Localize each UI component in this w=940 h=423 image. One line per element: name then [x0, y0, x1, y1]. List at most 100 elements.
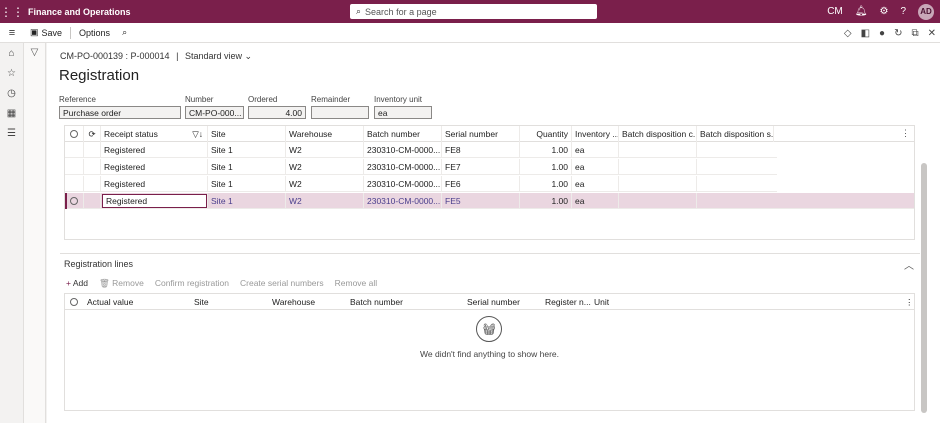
app-title[interactable]: Finance and Operations	[28, 7, 131, 17]
remove-button[interactable]: 🗑︎ Remove	[99, 278, 144, 289]
cell-site[interactable]: Site 1	[207, 159, 285, 175]
table-row[interactable]: Registered Site 1 W2 230310-CM-0000... F…	[65, 176, 777, 192]
cell-status[interactable]: Registered	[100, 176, 207, 192]
remainder-value[interactable]	[311, 106, 369, 119]
cell-qty[interactable]: 1.00	[519, 193, 571, 209]
more-options-icon[interactable]: ⋮	[905, 294, 914, 310]
col-warehouse[interactable]: Warehouse	[272, 294, 315, 310]
select-all-radio[interactable]	[70, 294, 78, 310]
recent-icon[interactable]: ◷	[0, 83, 23, 103]
table-row-selected[interactable]: Registered Site 1 W2 230310-CM-0000... F…	[65, 193, 914, 209]
cell-batch[interactable]: 230310-CM-0000...	[363, 176, 441, 192]
add-label: Add	[72, 278, 88, 288]
cell-site[interactable]: Site 1	[207, 193, 285, 209]
col-batch-number[interactable]: Batch number	[363, 126, 441, 142]
select-all-radio[interactable]	[65, 126, 83, 142]
home-icon[interactable]: ⌂	[0, 43, 23, 63]
cell-unit[interactable]: ea	[571, 193, 618, 209]
office-icon[interactable]: ◧	[861, 28, 870, 39]
col-register-number[interactable]: Register n...	[545, 294, 591, 310]
col-receipt-status-label: Receipt status	[104, 129, 158, 139]
view-selector[interactable]: Standard view	[185, 51, 242, 61]
star-icon[interactable]: ☆	[0, 63, 23, 83]
add-button[interactable]: + Add	[66, 278, 88, 289]
close-icon[interactable]: ✕	[928, 28, 936, 39]
cell-warehouse[interactable]: W2	[285, 193, 363, 209]
chevron-up-icon[interactable]: ︿	[904, 257, 914, 272]
action-search-icon[interactable]: ⌕	[116, 27, 133, 38]
col-serial-number[interactable]: Serial number	[441, 126, 519, 142]
filter-icon[interactable]: ▽	[24, 43, 45, 61]
cell-site[interactable]: Site 1	[207, 142, 285, 158]
confirm-registration-button[interactable]: Confirm registration	[155, 278, 229, 289]
remove-all-button[interactable]: Remove all	[335, 278, 378, 289]
cell-qty[interactable]: 1.00	[519, 142, 571, 158]
filter-sort-icon[interactable]: ▽↓	[192, 129, 203, 140]
scrollbar-thumb[interactable]	[921, 163, 927, 413]
col-serial-number[interactable]: Serial number	[467, 294, 520, 310]
save-button[interactable]: ▣ Save	[24, 27, 68, 38]
table-row[interactable]: Registered Site 1 W2 230310-CM-0000... F…	[65, 159, 777, 175]
empty-message: We didn't find anything to show here.	[420, 349, 559, 359]
cell-qty[interactable]: 1.00	[519, 176, 571, 192]
search-input[interactable]: ⌕ Search for a page	[350, 4, 597, 19]
status-edit-box[interactable]: Registered	[102, 194, 207, 208]
cell-batch[interactable]: 230310-CM-0000...	[363, 142, 441, 158]
sync-icon[interactable]: ⟳	[83, 126, 100, 142]
col-warehouse[interactable]: Warehouse	[285, 126, 363, 142]
col-actual-value[interactable]: Actual value	[87, 294, 133, 310]
options-button[interactable]: Options	[73, 28, 116, 38]
cell-batch[interactable]: 230310-CM-0000...	[363, 193, 441, 209]
hamburger-icon[interactable]: ≡	[0, 27, 24, 39]
cell-status[interactable]: Registered	[100, 159, 207, 175]
col-inventory-unit[interactable]: Inventory ...	[571, 126, 618, 142]
col-site[interactable]: Site	[194, 294, 209, 310]
cell-batch[interactable]: 230310-CM-0000...	[363, 159, 441, 175]
col-receipt-status[interactable]: Receipt status ▽↓	[100, 126, 207, 142]
number-value[interactable]: CM-PO-000...	[185, 106, 244, 119]
cell-unit[interactable]: ea	[571, 176, 618, 192]
inventory-unit-value[interactable]: ea	[374, 106, 432, 119]
col-quantity[interactable]: Quantity	[519, 126, 571, 142]
remove-label: Remove	[112, 278, 144, 288]
cell-status-editor[interactable]: Registered	[100, 193, 207, 209]
cell-unit[interactable]: ea	[571, 159, 618, 175]
company-picker[interactable]: CM	[827, 6, 843, 17]
help-icon[interactable]: ?	[900, 6, 906, 17]
col-unit[interactable]: Unit	[594, 294, 609, 310]
ordered-value[interactable]: 4.00	[248, 106, 306, 119]
cell-warehouse[interactable]: W2	[285, 159, 363, 175]
cell-status[interactable]: Registered	[100, 142, 207, 158]
cell-unit[interactable]: ea	[571, 142, 618, 158]
chevron-down-icon[interactable]: ⌄	[245, 51, 253, 61]
cell-serial[interactable]: FE8	[441, 142, 519, 158]
cell-serial[interactable]: FE6	[441, 176, 519, 192]
cell-warehouse[interactable]: W2	[285, 176, 363, 192]
reference-value[interactable]: Purchase order	[59, 106, 181, 119]
cell-qty[interactable]: 1.00	[519, 159, 571, 175]
col-batch-disposition-code[interactable]: Batch disposition c...	[618, 126, 696, 142]
avatar[interactable]: AD	[918, 3, 934, 20]
table-row[interactable]: Registered Site 1 W2 230310-CM-0000... F…	[65, 142, 777, 158]
cell-serial[interactable]: FE5	[441, 193, 519, 209]
more-options-icon[interactable]: ⋮	[901, 128, 910, 139]
refresh-icon[interactable]: ↻	[894, 28, 902, 39]
app-launcher-icon[interactable]: ⋮⋮	[0, 0, 24, 23]
workspaces-icon[interactable]: ▦	[0, 103, 23, 123]
row-select-radio[interactable]	[65, 193, 83, 209]
section-title[interactable]: Registration lines	[64, 259, 133, 269]
diamond-icon[interactable]: ◇	[844, 28, 852, 39]
notification-icon[interactable]: 🔔︎	[855, 6, 868, 17]
col-site[interactable]: Site	[207, 126, 285, 142]
vertical-scrollbar[interactable]	[921, 163, 927, 423]
cell-site[interactable]: Site 1	[207, 176, 285, 192]
popout-icon[interactable]: ⧉	[911, 28, 918, 39]
col-batch-number[interactable]: Batch number	[350, 294, 403, 310]
cell-warehouse[interactable]: W2	[285, 142, 363, 158]
cell-serial[interactable]: FE7	[441, 159, 519, 175]
modules-icon[interactable]: ☰	[0, 123, 23, 143]
attachments-icon[interactable]: ●	[879, 28, 885, 39]
col-batch-disposition-status[interactable]: Batch disposition s...	[696, 126, 774, 142]
gear-icon[interactable]: ⚙	[879, 6, 888, 17]
create-serial-numbers-button[interactable]: Create serial numbers	[240, 278, 324, 289]
